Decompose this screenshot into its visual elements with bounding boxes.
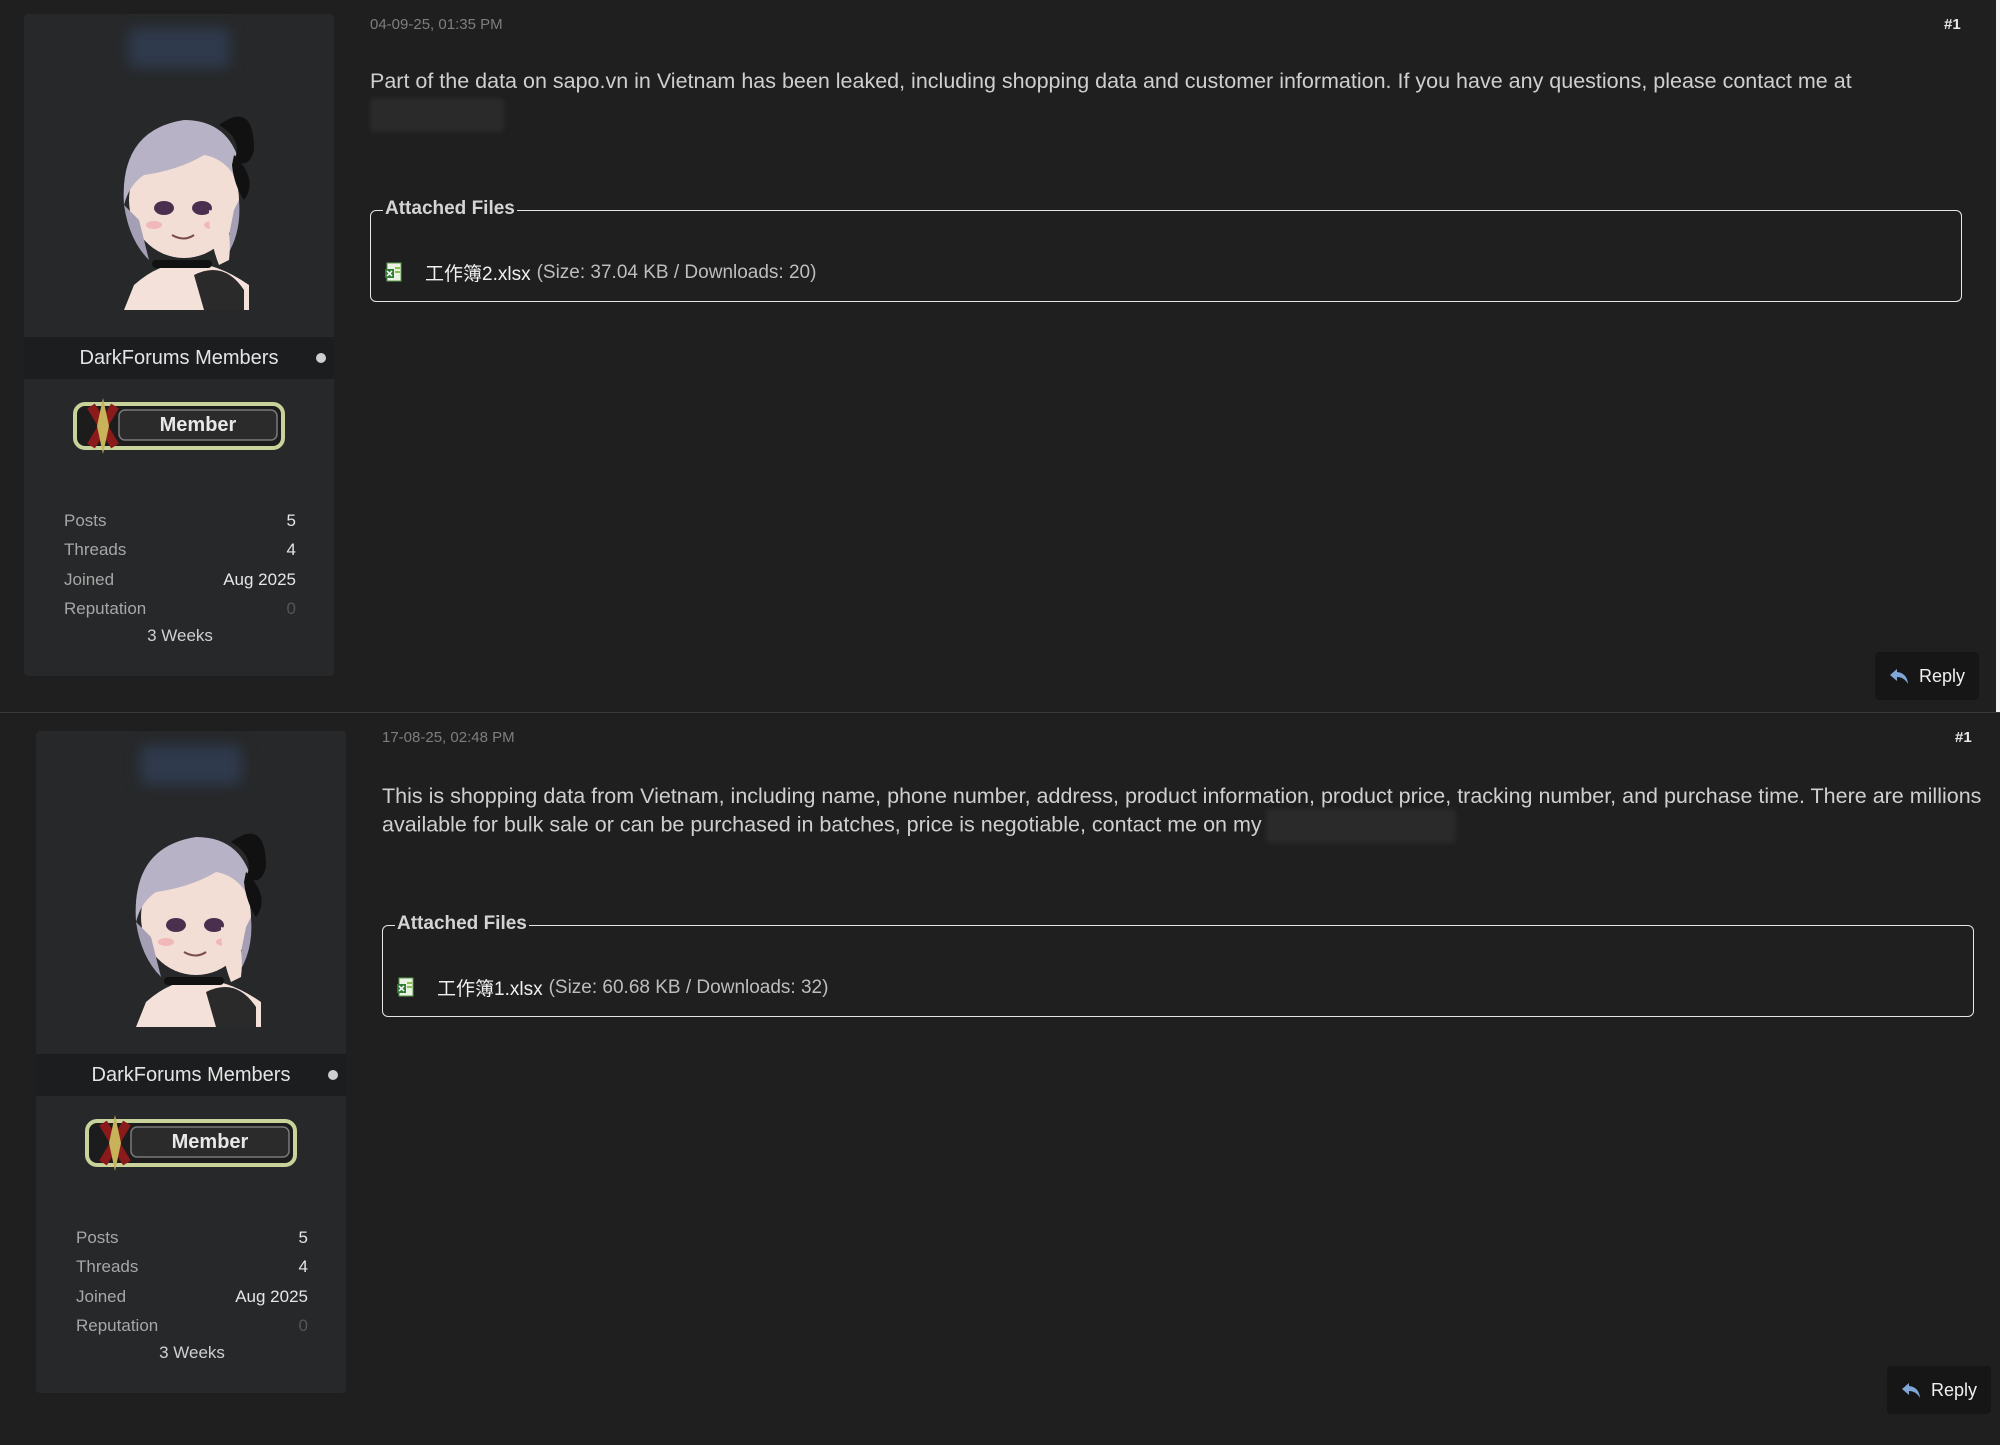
attachment-item: 工作簿2.xlsx (Size: 37.04 KB / Downloads: 2… (385, 259, 816, 286)
author-group: DarkForums Members (24, 337, 334, 379)
attachments-legend: Attached Files (395, 913, 529, 935)
post-date: 04-09-25, 01:35 PM (370, 16, 503, 33)
time-online: 3 Weeks (159, 1343, 225, 1362)
svg-text:Member: Member (172, 1131, 249, 1153)
member-badge: Member (81, 1113, 301, 1173)
redacted-contact (1265, 809, 1456, 843)
author-group-label: DarkForums Members (79, 346, 279, 369)
attachment-file-meta: (Size: 37.04 KB / Downloads: 20) (536, 261, 817, 283)
post-body-text: This is shopping data from Vietnam, incl… (382, 784, 1982, 837)
post-body: Part of the data on sapo.vn in Vietnam h… (370, 68, 1970, 132)
stat-joined: Joined Aug 2025 (76, 1286, 308, 1306)
post-date: 17-08-25, 02:48 PM (382, 729, 515, 746)
stat-threads: Threads 4 (76, 1257, 308, 1277)
post-2: DarkForums Members Member Posts 5 Thread… (0, 712, 2000, 1445)
online-status-dot (328, 1070, 338, 1080)
stat-threads: Threads 4 (64, 540, 296, 560)
stat-reputation: Reputation 0 (76, 1316, 308, 1336)
author-sidebar: DarkForums Members Member Posts 5 Thread… (24, 14, 334, 676)
stat-reputation: Reputation 0 (64, 599, 296, 619)
author-username-redacted (140, 745, 242, 785)
post-number-link[interactable]: #1 (1944, 16, 1961, 33)
reply-button[interactable]: Reply (1887, 1366, 1991, 1414)
reply-button-label: Reply (1930, 1379, 1978, 1400)
reply-button[interactable]: Reply (1875, 652, 1979, 700)
reply-arrow-icon (1901, 1383, 1920, 1398)
attachments-box: Attached Files 工作簿1.xlsx (Size: 60.68 KB… (382, 913, 1974, 1017)
reply-arrow-icon (1889, 669, 1908, 684)
attachment-item: 工作簿1.xlsx (Size: 60.68 KB / Downloads: 3… (397, 974, 828, 1001)
thread-view: DarkForums Members Member Posts 5 Thread… (0, 0, 2000, 1445)
attachment-file-link[interactable]: 工作簿2.xlsx (425, 259, 531, 286)
post-body: This is shopping data from Vietnam, incl… (382, 783, 1982, 843)
stat-posts: Posts 5 (76, 1227, 308, 1247)
author-avatar[interactable] (84, 90, 284, 310)
member-badge: Member (69, 396, 289, 456)
post-number-link[interactable]: #1 (1955, 729, 1972, 746)
attachment-file-link[interactable]: 工作簿1.xlsx (437, 974, 543, 1001)
time-online: 3 Weeks (147, 626, 213, 645)
author-group-label: DarkForums Members (91, 1063, 291, 1086)
excel-file-icon (397, 977, 414, 996)
reply-button-label: Reply (1918, 665, 1966, 686)
post-body-text: Part of the data on sapo.vn in Vietnam h… (370, 69, 1852, 93)
author-stats: Posts 5 Threads 4 Joined Aug 2025 Reputa… (76, 1223, 308, 1363)
stat-joined: Joined Aug 2025 (64, 569, 296, 589)
online-status-dot (316, 353, 326, 363)
stat-posts: Posts 5 (64, 510, 296, 530)
post-1: DarkForums Members Member Posts 5 Thread… (0, 0, 2000, 712)
redacted-contact (370, 98, 504, 132)
svg-text:Member: Member (160, 414, 237, 436)
author-stats: Posts 5 Threads 4 Joined Aug 2025 Reputa… (64, 506, 296, 646)
author-sidebar: DarkForums Members Member Posts 5 Thread… (36, 731, 346, 1393)
excel-file-icon (385, 262, 402, 281)
author-avatar[interactable] (96, 807, 296, 1027)
attachment-file-meta: (Size: 60.68 KB / Downloads: 32) (548, 976, 829, 998)
attachments-legend: Attached Files (383, 198, 517, 220)
author-username-redacted (128, 28, 230, 68)
author-group: DarkForums Members (36, 1054, 346, 1096)
attachments-box: Attached Files 工作簿2.xlsx (Size: 37.04 KB… (370, 198, 1962, 302)
